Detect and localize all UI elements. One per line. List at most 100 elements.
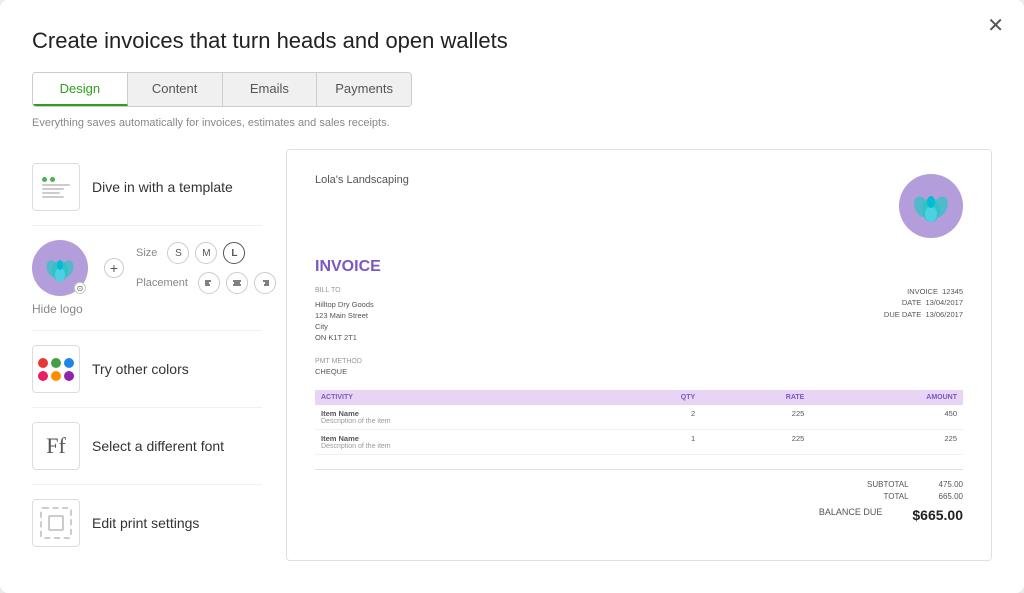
- colors-label: Try other colors: [92, 361, 189, 377]
- balance-due-label: BALANCE DUE: [819, 507, 883, 523]
- item-1-rate: 225: [701, 405, 810, 430]
- tab-bar: Design Content Emails Payments: [32, 72, 412, 107]
- size-l-button[interactable]: L: [223, 242, 245, 264]
- invoice-title: INVOICE: [315, 258, 963, 276]
- item-2-rate: 225: [701, 429, 810, 454]
- item-1-activity: Item Name Description of the item: [315, 405, 607, 430]
- subtotal-label: SUBTOTAL: [867, 480, 909, 489]
- col-activity: ACTIVITY: [315, 390, 607, 405]
- print-section[interactable]: Edit print settings: [32, 485, 262, 561]
- invoice-num-row: INVOICE 12345: [884, 286, 963, 297]
- colors-section[interactable]: Try other colors: [32, 331, 262, 408]
- color-dot-4: [38, 371, 48, 381]
- modal-title: Create invoices that turn heads and open…: [32, 28, 992, 54]
- tab-design[interactable]: Design: [33, 73, 128, 106]
- invoice-table-head: ACTIVITY QTY RATE AMOUNT: [315, 390, 963, 405]
- color-dot-3: [64, 358, 74, 368]
- invoice-due-row: DUE DATE 13/06/2017: [884, 309, 963, 320]
- balance-due-amount: $665.00: [912, 507, 963, 523]
- invoice-table-body: Item Name Description of the item 2 225 …: [315, 405, 963, 455]
- placement-row: Placement: [136, 272, 276, 294]
- item-2-amount: 225: [810, 429, 963, 454]
- template-icon-inner: [36, 171, 76, 204]
- print-dashed-icon: [40, 507, 72, 539]
- auto-save-note: Everything saves automatically for invoi…: [32, 117, 992, 129]
- item-1-amount: 450: [810, 405, 963, 430]
- item-2-activity: Item Name Description of the item: [315, 429, 607, 454]
- bill-to-value: Hilltop Dry Goods 123 Main Street City O…: [315, 299, 374, 344]
- invoice-date-row: DATE 13/04/2017: [884, 297, 963, 308]
- colors-icon: [32, 345, 80, 393]
- placement-label: Placement: [136, 277, 188, 289]
- placement-center-button[interactable]: [226, 272, 248, 294]
- invoice-preview-panel: Lola's Landscaping INVOICE: [286, 149, 992, 561]
- color-dot-1: [38, 358, 48, 368]
- due-date-value: 13/06/2017: [925, 310, 963, 319]
- pmt-method-label: PMT METHOD: [315, 358, 963, 365]
- logo-edit-icon: ⊙: [74, 282, 86, 294]
- print-icon: [32, 499, 80, 547]
- color-dot-6: [64, 371, 74, 381]
- total-label: TOTAL: [883, 492, 908, 501]
- font-icon: Ff: [32, 422, 80, 470]
- color-dot-2: [51, 358, 61, 368]
- table-row: Item Name Description of the item 1 225 …: [315, 429, 963, 454]
- logo-options: Size S M L Placement: [136, 242, 276, 294]
- date-value: 13/04/2017: [925, 298, 963, 307]
- close-button[interactable]: ✕: [987, 16, 1004, 36]
- invoice-bill-section: BILL TO Hilltop Dry Goods 123 Main Stree…: [315, 286, 963, 344]
- total-value: 665.00: [939, 492, 963, 501]
- tab-content[interactable]: Content: [128, 73, 223, 106]
- color-dot-5: [51, 371, 61, 381]
- logo-add-icon[interactable]: +: [104, 258, 124, 278]
- invoice-pmt: PMT METHOD CHEQUE: [315, 358, 963, 376]
- placement-left-button[interactable]: [198, 272, 220, 294]
- invoice-lotus-icon: [908, 183, 954, 229]
- subtotal-value: 475.00: [939, 480, 963, 489]
- due-date-label: DUE DATE: [884, 310, 921, 319]
- item-2-qty: 1: [607, 429, 701, 454]
- logo-circle[interactable]: ⊙: [32, 240, 88, 296]
- item-1-qty: 2: [607, 405, 701, 430]
- content-layout: Dive in with a template ⊙: [32, 149, 992, 561]
- tab-emails[interactable]: Emails: [223, 73, 318, 106]
- template-section[interactable]: Dive in with a template: [32, 149, 262, 226]
- invoice-preview: Lola's Landscaping INVOICE: [287, 150, 991, 560]
- col-qty: QTY: [607, 390, 701, 405]
- invoice-bill-right: INVOICE 12345 DATE 13/04/2017 DUE DATE 1…: [884, 286, 963, 344]
- invoice-header: Lola's Landscaping: [315, 174, 963, 238]
- balance-row: BALANCE DUE $665.00: [315, 507, 963, 523]
- total-row: TOTAL 665.00: [315, 492, 963, 501]
- invoice-num-label: INVOICE: [907, 287, 938, 296]
- size-m-button[interactable]: M: [195, 242, 217, 264]
- logo-lotus-icon: [41, 249, 79, 287]
- font-ff-icon: Ff: [42, 429, 70, 463]
- invoice-num-value: 12345: [942, 287, 963, 296]
- invoice-logo: [899, 174, 963, 238]
- col-rate: RATE: [701, 390, 810, 405]
- hide-logo-link[interactable]: Hide logo: [32, 302, 262, 316]
- size-label: Size: [136, 247, 157, 259]
- tab-payments[interactable]: Payments: [317, 73, 411, 106]
- print-label: Edit print settings: [92, 515, 199, 531]
- font-section[interactable]: Ff Select a different font: [32, 408, 262, 485]
- col-amount: AMOUNT: [810, 390, 963, 405]
- invoice-divider: [315, 469, 963, 470]
- logo-section: ⊙ + Size S M L Placement: [32, 226, 262, 331]
- font-label: Select a different font: [92, 438, 224, 454]
- colors-dot-grid: [38, 358, 74, 381]
- invoice-bill-left: BILL TO Hilltop Dry Goods 123 Main Stree…: [315, 286, 374, 344]
- template-label: Dive in with a template: [92, 179, 233, 195]
- invoice-totals: SUBTOTAL 475.00 TOTAL 665.00 BALANCE DUE…: [315, 480, 963, 523]
- placement-right-button[interactable]: [254, 272, 276, 294]
- logo-add-btn[interactable]: +: [104, 258, 124, 278]
- size-s-button[interactable]: S: [167, 242, 189, 264]
- modal-container: ✕ Create invoices that turn heads and op…: [0, 0, 1024, 593]
- invoice-table: ACTIVITY QTY RATE AMOUNT Item Name Descr…: [315, 390, 963, 455]
- logo-row: ⊙ + Size S M L Placement: [32, 240, 262, 296]
- subtotal-row: SUBTOTAL 475.00: [315, 480, 963, 489]
- pmt-method-value: CHEQUE: [315, 367, 963, 376]
- invoice-company-name: Lola's Landscaping: [315, 174, 409, 186]
- date-label: DATE: [902, 298, 921, 307]
- bill-to-label: BILL TO: [315, 286, 374, 297]
